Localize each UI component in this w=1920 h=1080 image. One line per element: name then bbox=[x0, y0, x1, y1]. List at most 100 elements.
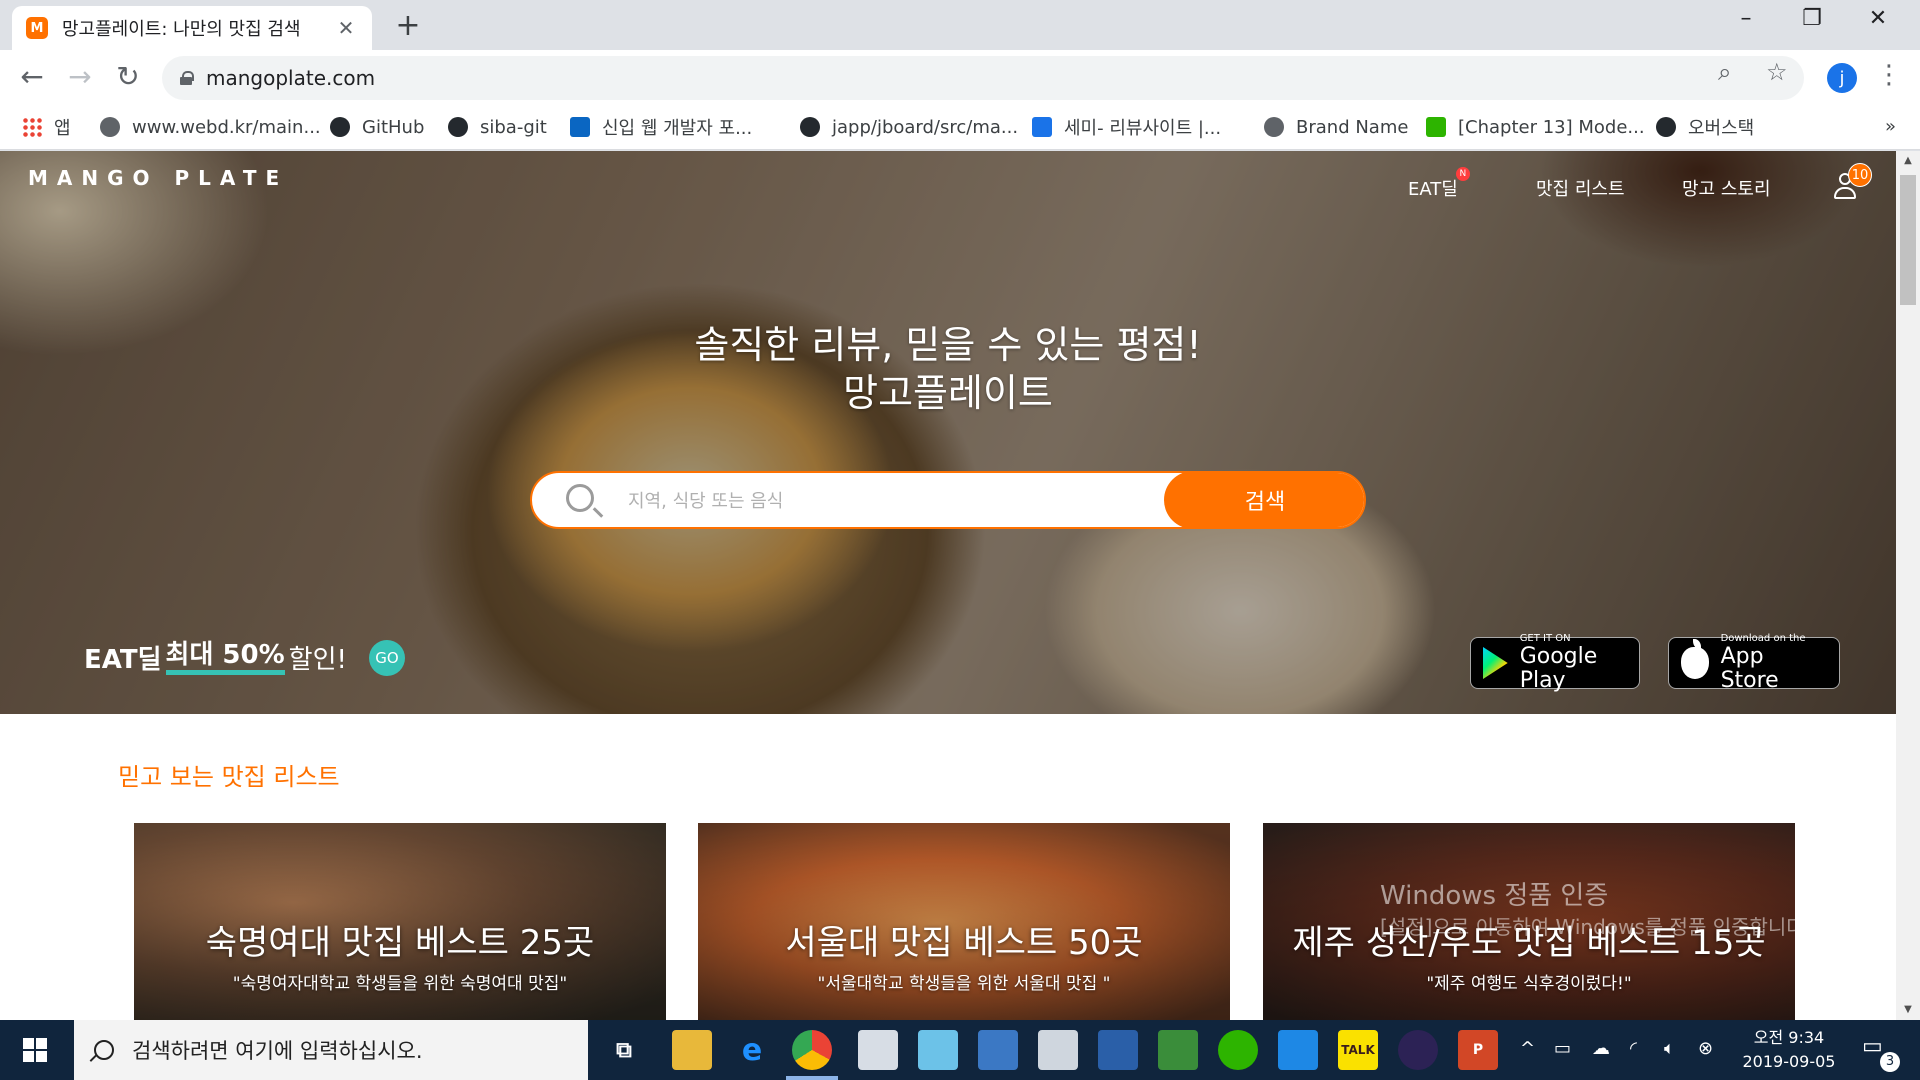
page-viewport: MANGO PLATE EAT딜 N 맛집 리스트 망고 스토리 10 솔직한 … bbox=[0, 151, 1920, 1020]
user-notification-badge: 10 bbox=[1848, 163, 1872, 187]
windows-activation-watermark: Windows 정품 인증 bbox=[1380, 881, 1609, 911]
vscode-icon[interactable] bbox=[1278, 1030, 1318, 1070]
search-input[interactable] bbox=[628, 481, 1128, 521]
apple-icon bbox=[1681, 639, 1709, 679]
scroll-down-icon[interactable]: ▼ bbox=[1896, 1000, 1920, 1020]
google-play-icon bbox=[1483, 647, 1508, 679]
bookmark-label: www.webd.kr/main... bbox=[132, 116, 321, 138]
list-card-sookmyung[interactable]: 숙명여대 맛집 베스트 25곳 "숙명여자대학교 학생들을 위한 숙명여대 맛집… bbox=[134, 823, 666, 1020]
scroll-up-icon[interactable]: ▲ bbox=[1896, 151, 1920, 171]
bookmark-jboard[interactable]: japp/jboard/src/ma... bbox=[800, 112, 1018, 142]
back-arrow-icon[interactable]: ← bbox=[12, 60, 52, 93]
clock-date: 2019-09-05 bbox=[1742, 1052, 1836, 1071]
nav-eat-deal[interactable]: EAT딜 N bbox=[1408, 167, 1470, 201]
internet-explorer-icon[interactable]: e bbox=[732, 1030, 772, 1070]
nav-matzip-list[interactable]: 맛집 리스트 bbox=[1536, 175, 1625, 201]
app-store-badge[interactable]: Download on the App Store bbox=[1668, 633, 1840, 693]
card-title: 서울대 맛집 베스트 50곳 bbox=[785, 923, 1143, 963]
promo-highlight: 최대 50% bbox=[165, 640, 285, 675]
volume-icon[interactable]: 🔈︎ bbox=[1664, 1038, 1675, 1059]
mysql-icon[interactable] bbox=[1098, 1030, 1138, 1070]
bookmark-trello[interactable]: 세미- 리뷰사이트 |... bbox=[1032, 112, 1221, 142]
nav-mango-story[interactable]: 망고 스토리 bbox=[1682, 175, 1771, 201]
bookmark-overstack[interactable]: 오버스택 bbox=[1656, 112, 1754, 142]
bookmark-label: 오버스택 bbox=[1688, 118, 1755, 139]
windows-activation-hint: [설정]으로 이동하여 Windows를 정품 인증합니다. bbox=[1380, 915, 1812, 939]
browser-tab[interactable]: M 망고플레이트: 나만의 맛집 검색 ✕ bbox=[12, 6, 372, 50]
browser-toolbar: ← → ↻ mangoplate.com ⌕ ☆ j ⋮ bbox=[0, 50, 1920, 106]
globe-icon bbox=[100, 117, 120, 137]
bookmark-label: japp/jboard/src/ma... bbox=[832, 116, 1019, 138]
section-title: 믿고 보는 맛집 리스트 bbox=[118, 763, 340, 791]
zoom-icon[interactable]: ⌕ bbox=[1718, 58, 1731, 86]
taskbar-search-placeholder: 검색하려면 여기에 입력하십시오. bbox=[132, 1039, 423, 1063]
database-icon[interactable] bbox=[1038, 1030, 1078, 1070]
bookmark-apps[interactable]: 앱 bbox=[22, 112, 71, 142]
chrome-icon[interactable] bbox=[792, 1030, 832, 1070]
sticky-app-icon[interactable] bbox=[918, 1030, 958, 1070]
globe-icon bbox=[1264, 117, 1284, 137]
close-circle-icon[interactable]: ⊗ bbox=[1698, 1038, 1713, 1059]
kakaotalk-icon[interactable]: TALK bbox=[1338, 1030, 1378, 1070]
new-tab-button[interactable]: + bbox=[390, 8, 426, 43]
address-bar[interactable]: mangoplate.com bbox=[162, 56, 1804, 100]
page-scrollbar[interactable]: ▲ ▼ bbox=[1896, 151, 1920, 1020]
bookmark-github[interactable]: GitHub bbox=[330, 112, 424, 142]
snipping-tool-icon[interactable] bbox=[858, 1030, 898, 1070]
notepadpp-icon[interactable] bbox=[1158, 1030, 1198, 1070]
more-bookmarks-icon[interactable]: » bbox=[1885, 116, 1896, 137]
bookmark-linkedin[interactable]: 신입 웹 개발자 포... bbox=[570, 112, 752, 142]
google-play-badge[interactable]: GET IT ON Google Play bbox=[1470, 633, 1640, 693]
powerpoint-icon[interactable]: P bbox=[1458, 1030, 1498, 1070]
eclipse-icon[interactable] bbox=[1398, 1030, 1438, 1070]
promo-suffix: 할인! bbox=[288, 645, 347, 675]
linkedin-icon bbox=[570, 117, 590, 137]
card-subtitle: "숙명여자대학교 학생들을 위한 숙명여대 맛집" bbox=[232, 974, 568, 994]
bookmark-chapter13[interactable]: [Chapter 13] Mode... bbox=[1426, 112, 1645, 142]
bookmark-brand-name[interactable]: Brand Name bbox=[1264, 112, 1408, 142]
github-icon bbox=[800, 117, 820, 137]
taskbar-clock[interactable]: 오전 9:34 2019-09-05 bbox=[1734, 1026, 1844, 1074]
battery-icon[interactable]: ▭ bbox=[1554, 1038, 1571, 1059]
mangoplate-logo[interactable]: MANGO PLATE bbox=[28, 167, 288, 189]
file-explorer-icon[interactable] bbox=[672, 1030, 712, 1070]
bookmark-label: 세미- 리뷰사이트 |... bbox=[1064, 118, 1222, 139]
taskbar-search[interactable]: 검색하려면 여기에 입력하십시오. bbox=[74, 1020, 588, 1080]
bookmark-webd[interactable]: www.webd.kr/main... bbox=[100, 112, 321, 142]
search-button[interactable]: 검색 bbox=[1164, 473, 1364, 527]
onedrive-icon[interactable]: ☁ bbox=[1592, 1038, 1610, 1059]
chrome-menu-icon[interactable]: ⋮ bbox=[1876, 60, 1902, 90]
profile-avatar[interactable]: j bbox=[1827, 63, 1857, 93]
app-store-big: App Store bbox=[1720, 644, 1779, 693]
github-icon bbox=[330, 117, 350, 137]
windows-logo-icon bbox=[23, 1038, 47, 1062]
evernote-icon[interactable] bbox=[1218, 1030, 1258, 1070]
bookmark-label: [Chapter 13] Mode... bbox=[1458, 116, 1645, 138]
go-button[interactable]: GO bbox=[368, 639, 405, 676]
hero-tagline: 솔직한 리뷰, 믿을 수 있는 평점! 망고플레이트 bbox=[0, 321, 1896, 417]
list-card-snu[interactable]: 서울대 맛집 베스트 50곳 "서울대학교 학생들을 위한 서울대 맛집 " bbox=[698, 823, 1230, 1020]
eat-deal-promo[interactable]: EAT딜 최대 50% 할인! GO bbox=[84, 639, 405, 676]
card-subtitle: "서울대학교 학생들을 위한 서울대 맛집 " bbox=[817, 974, 1111, 994]
nav-label: EAT딜 bbox=[1408, 179, 1458, 200]
bookmark-star-icon[interactable]: ☆ bbox=[1766, 58, 1788, 86]
notepad-icon[interactable] bbox=[978, 1030, 1018, 1070]
forward-arrow-icon[interactable]: → bbox=[60, 60, 100, 93]
bookmark-label: 신입 웹 개발자 포... bbox=[602, 118, 753, 139]
bookmark-label: siba-git bbox=[480, 116, 547, 138]
minimize-button[interactable]: – bbox=[1716, 6, 1776, 31]
close-window-button[interactable]: ✕ bbox=[1848, 6, 1908, 31]
logo-text: MANGO PLATE bbox=[28, 166, 289, 190]
bookmark-siba-git[interactable]: siba-git bbox=[448, 112, 547, 142]
github-icon bbox=[448, 117, 468, 137]
tab-strip: M 망고플레이트: 나만의 맛집 검색 ✕ + – ❐ ✕ bbox=[0, 0, 1920, 50]
task-view-icon[interactable]: ⧉ bbox=[604, 1030, 644, 1070]
tray-expand-icon[interactable]: ^ bbox=[1520, 1038, 1535, 1059]
url-text[interactable]: mangoplate.com bbox=[206, 66, 375, 90]
reload-icon[interactable]: ↻ bbox=[108, 60, 148, 93]
scroll-thumb[interactable] bbox=[1900, 175, 1916, 305]
start-button[interactable] bbox=[0, 1020, 70, 1080]
close-tab-icon[interactable]: ✕ bbox=[334, 16, 358, 40]
restore-button[interactable]: ❐ bbox=[1782, 6, 1842, 31]
wifi-icon[interactable]: ◜ bbox=[1630, 1038, 1637, 1059]
